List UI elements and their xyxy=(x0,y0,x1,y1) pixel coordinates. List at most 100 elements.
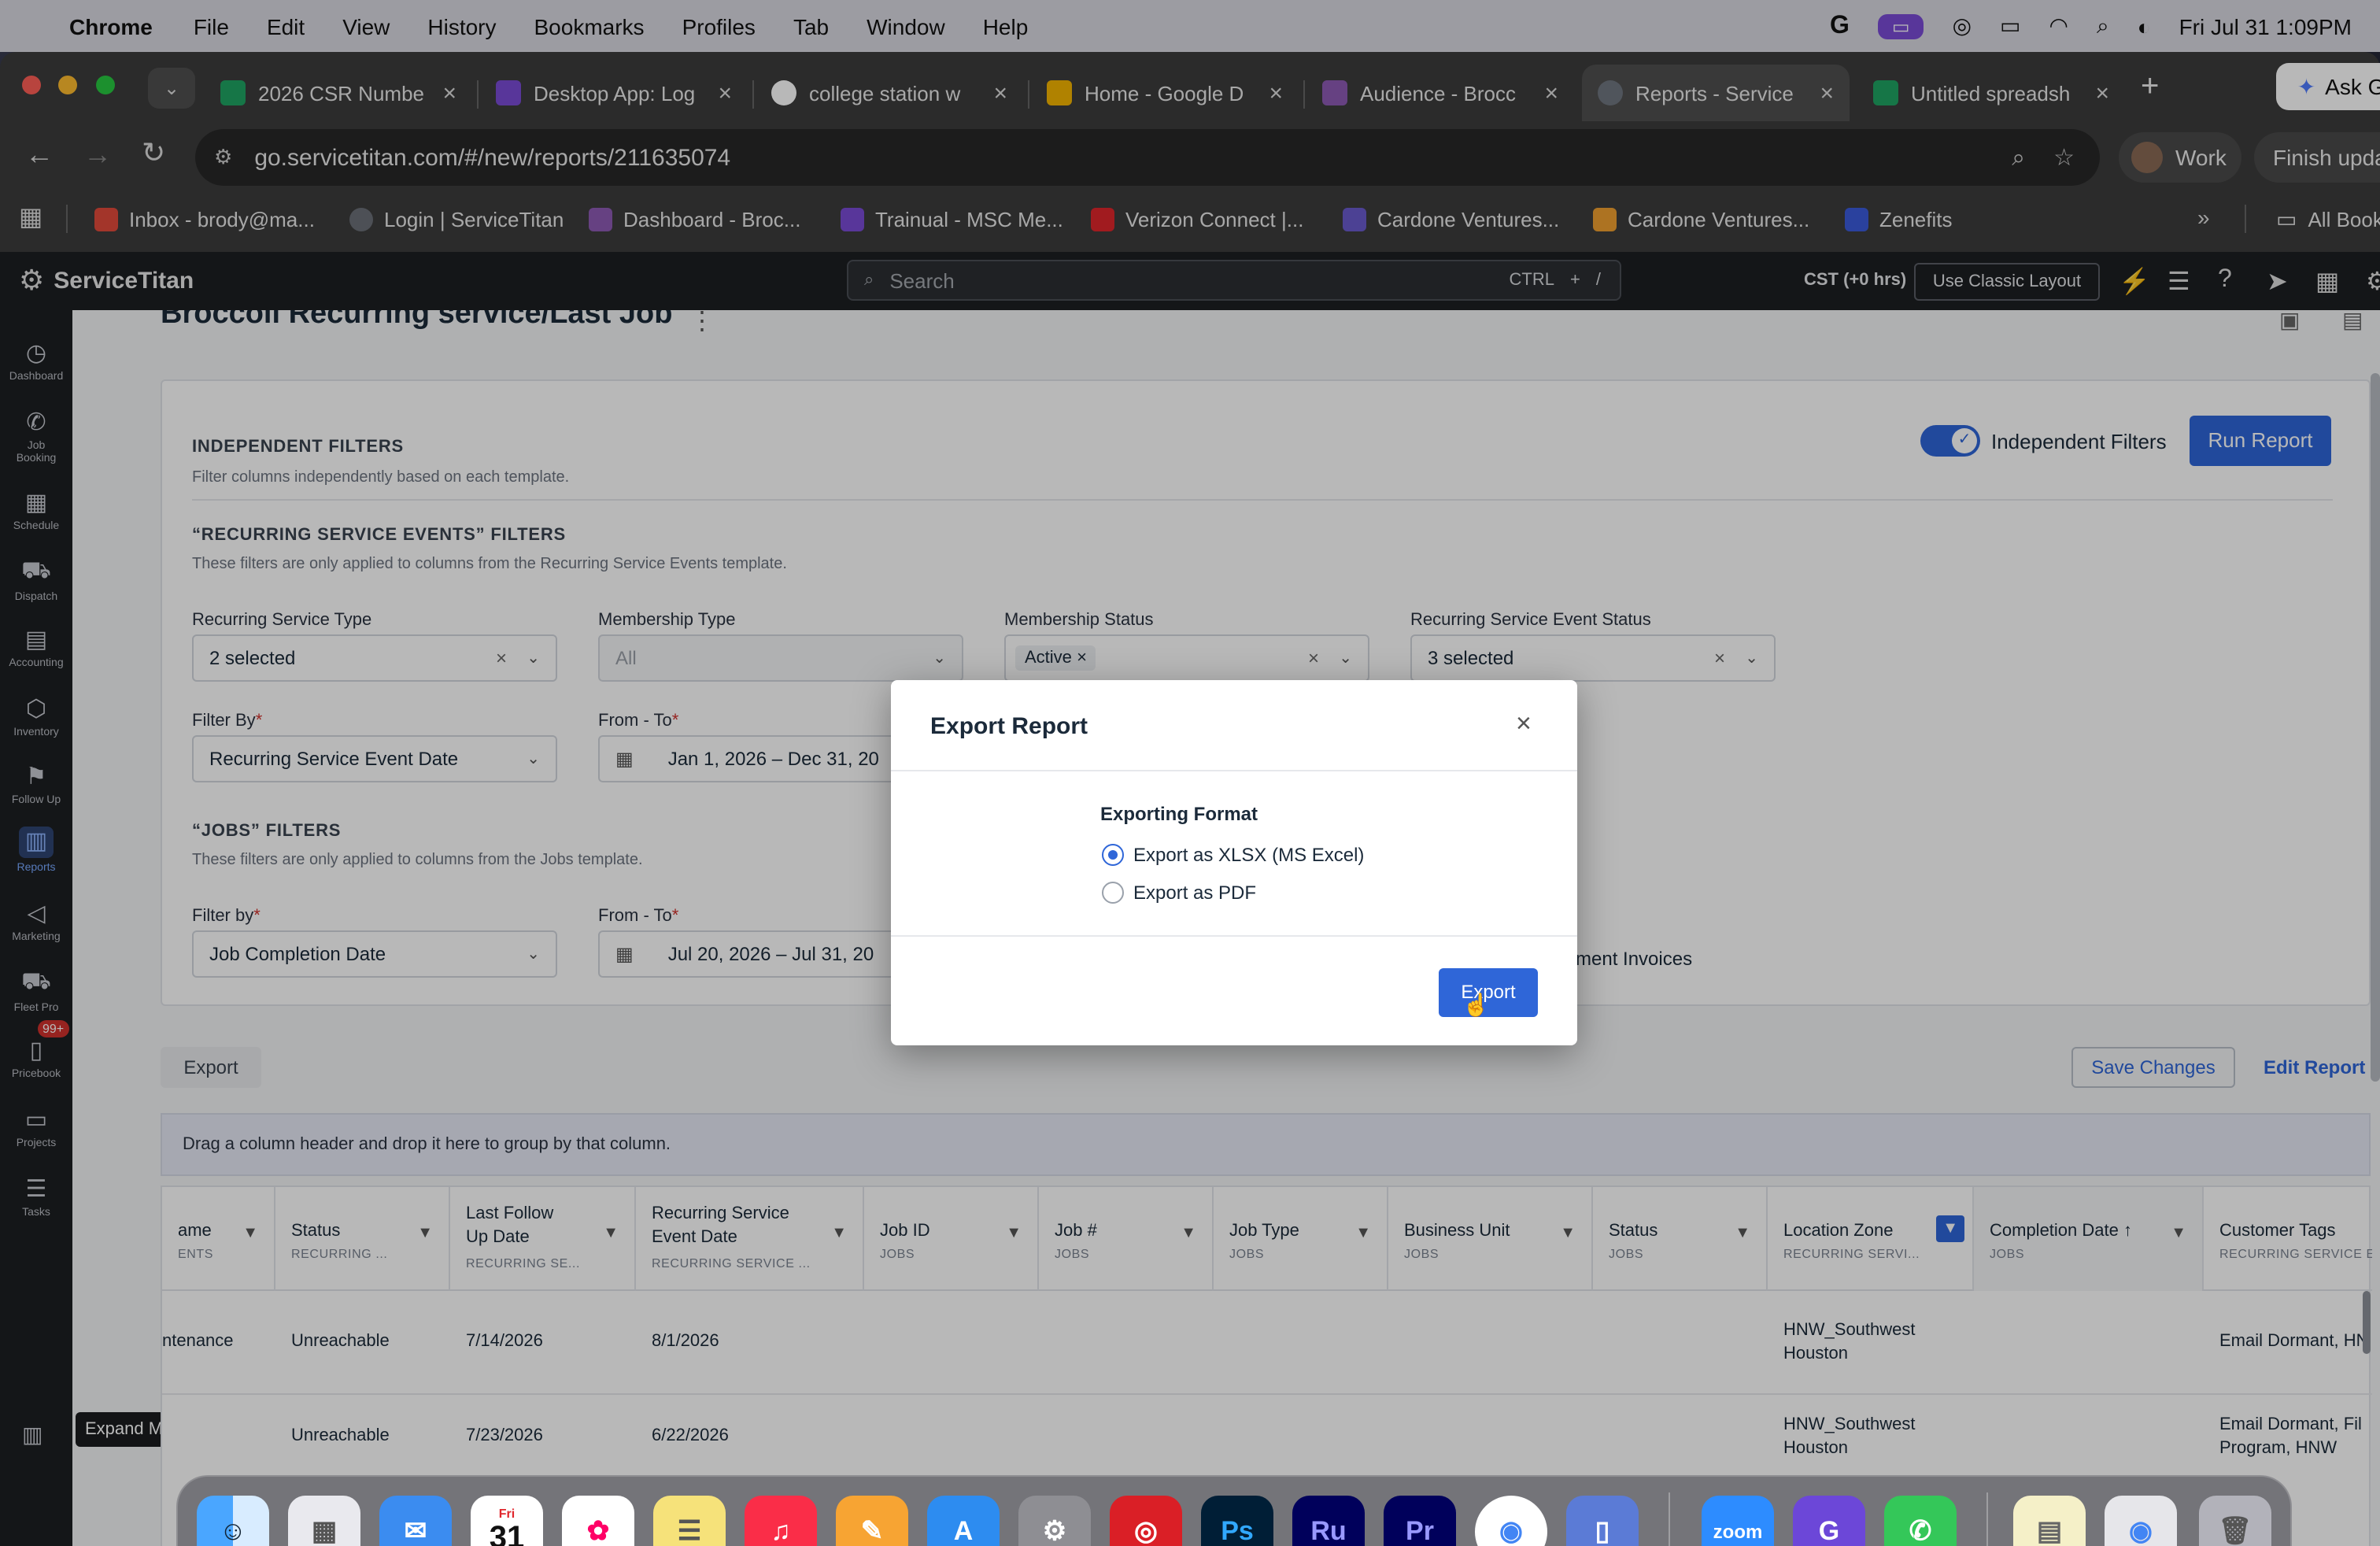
active-chip[interactable]: Active × xyxy=(1015,645,1096,671)
clear-icon[interactable]: × xyxy=(1714,647,1725,669)
column-header-job-id[interactable]: Job ID JOBS ▼ xyxy=(864,1187,1039,1291)
tab-college-station[interactable]: college station w × xyxy=(756,65,1023,121)
creative-cloud-icon[interactable]: ◎ xyxy=(1953,13,1972,39)
lock-icon[interactable]: ▣ xyxy=(2279,310,2300,334)
nav-schedule[interactable]: ▦ Schedule xyxy=(0,488,72,532)
nav-reports[interactable]: ▥ Reports xyxy=(0,827,72,874)
bookmark-trainual[interactable]: Trainual - MSC Me... xyxy=(841,195,1063,242)
apps-grid-icon[interactable]: ▦ xyxy=(19,202,42,233)
photoshop-icon[interactable]: Ps xyxy=(1201,1496,1273,1546)
send-icon[interactable]: ➤ xyxy=(2267,266,2288,298)
column-filter-icon[interactable]: ▼ xyxy=(1355,1225,1371,1242)
tab-csr-numbers[interactable]: 2026 CSR Numbe × xyxy=(205,65,472,121)
bookmark-login-servicetitan[interactable]: Login | ServiceTitan xyxy=(349,195,564,242)
menu-tab[interactable]: Tab xyxy=(793,13,829,39)
nav-tasks[interactable]: ☰ Tasks xyxy=(0,1174,72,1219)
table-scrollbar[interactable] xyxy=(2363,1291,2371,1354)
column-header-job-number[interactable]: Job # JOBS ▼ xyxy=(1039,1187,1214,1291)
reload-icon[interactable]: ↻ xyxy=(142,137,165,170)
column-filter-icon[interactable]: ▼ xyxy=(1181,1225,1196,1242)
nav-follow-up[interactable]: ⚑ Follow Up xyxy=(0,762,72,806)
column-filter-icon[interactable]: ▼ xyxy=(2171,1225,2186,1242)
simulator-icon[interactable]: ▯ xyxy=(1566,1496,1639,1546)
nav-job-booking[interactable]: ✆ Job Booking xyxy=(0,408,72,466)
bookmark-cardone-ventures-2[interactable]: Cardone Ventures... xyxy=(1593,195,1809,242)
servicetitan-logo[interactable]: ServiceTitan xyxy=(54,268,194,294)
column-filter-icon[interactable]: ▼ xyxy=(831,1225,847,1242)
screen-share-icon[interactable]: ▭ xyxy=(1877,13,1924,39)
mail-icon[interactable]: ✉ xyxy=(379,1496,452,1546)
tab-untitled-spreadsheet[interactable]: Untitled spreadsh × xyxy=(1857,65,2125,121)
tab-reports-servicetitan[interactable]: Reports - Service × xyxy=(1582,65,1850,121)
column-header-business-unit[interactable]: Business Unit JOBS ▼ xyxy=(1388,1187,1593,1291)
tab-close-icon[interactable]: × xyxy=(718,80,732,106)
notes-icon[interactable]: ▤ xyxy=(2342,310,2363,334)
rse-status-select[interactable]: 3 selected × ⌄ xyxy=(1410,634,1776,682)
bookmarks-overflow-icon[interactable]: » xyxy=(2197,205,2210,230)
app-store-icon[interactable]: A xyxy=(927,1496,1000,1546)
clear-icon[interactable]: × xyxy=(496,647,507,669)
column-header-job-type[interactable]: Job Type JOBS ▼ xyxy=(1214,1187,1388,1291)
settings-gear-icon[interactable]: ⚙ xyxy=(2366,266,2380,298)
all-bookmarks-button[interactable]: ▭All Bookmarks xyxy=(2276,195,2380,242)
tab-close-icon[interactable]: × xyxy=(1269,80,1283,106)
column-header-completion-date[interactable]: Completion Date ↑ JOBS ▼ xyxy=(1974,1187,2204,1291)
page-scrollbar[interactable] xyxy=(2371,373,2380,1082)
tab-close-icon[interactable]: × xyxy=(993,80,1007,106)
marketplace-icon[interactable]: ▦ xyxy=(2315,266,2339,298)
downloads-stack-icon[interactable]: ▤ xyxy=(2013,1496,2086,1546)
bookmark-star-icon[interactable]: ☆ xyxy=(2053,143,2075,172)
group-by-drop-zone[interactable]: Drag a column header and drop it here to… xyxy=(161,1113,2371,1176)
menu-help[interactable]: Help xyxy=(983,13,1029,39)
expand-menu-icon[interactable]: ▥ xyxy=(22,1422,42,1448)
finish-update-button[interactable]: Finish update⋮ xyxy=(2254,132,2380,183)
nav-projects[interactable]: ▭ Projects xyxy=(0,1105,72,1149)
recent-window-icon[interactable]: ◉ xyxy=(2105,1496,2177,1546)
search-list-icon[interactable]: ☰ xyxy=(2168,266,2190,298)
nav-inventory[interactable]: ⬡ Inventory xyxy=(0,694,72,738)
nav-pricebook[interactable]: ▯ Pricebook xyxy=(0,1036,72,1080)
tab-close-icon[interactable]: × xyxy=(1544,80,1558,106)
membership-status-select[interactable]: Active × × ⌄ xyxy=(1004,634,1369,682)
control-center-icon[interactable]: ◐ xyxy=(2138,13,2151,39)
export-pdf-radio[interactable]: Export as PDF xyxy=(1102,882,1256,904)
column-filter-icon[interactable]: ▼ xyxy=(1006,1225,1022,1242)
bookmark-dashboard-broccoli[interactable]: Dashboard - Broc... xyxy=(589,195,800,242)
column-header-customer-tags[interactable]: Customer Tags RECURRING SERVICE E... xyxy=(2204,1187,2372,1291)
export-xlsx-radio[interactable]: Export as XLSX (MS Excel) xyxy=(1102,844,1364,866)
window-minimize-button[interactable] xyxy=(58,76,77,94)
nav-marketing[interactable]: ◁ Marketing xyxy=(0,899,72,943)
column-filter-icon[interactable]: ▼ xyxy=(242,1225,258,1242)
nav-fleet-pro[interactable]: ⛟ Fleet Pro xyxy=(0,968,72,1014)
bookmark-inbox[interactable]: Inbox - brody@ma... xyxy=(94,195,315,242)
export-button[interactable]: Export xyxy=(161,1047,261,1088)
no-signal-icon[interactable]: ⚡ xyxy=(2119,266,2150,298)
column-filter-active-icon[interactable]: ▼ xyxy=(1936,1215,1964,1242)
trash-icon[interactable]: 🗑 xyxy=(2199,1496,2271,1546)
column-filter-icon[interactable]: ▼ xyxy=(603,1225,619,1242)
finder-icon[interactable]: ☺ xyxy=(197,1496,269,1546)
save-changes-button[interactable]: Save Changes xyxy=(2071,1047,2235,1088)
bookmark-zenefits[interactable]: Zenefits xyxy=(1845,195,1953,242)
jobs-filter-by-select[interactable]: Job Completion Date ⌄ xyxy=(192,930,557,978)
grammarly-icon[interactable]: G xyxy=(1793,1496,1865,1546)
zoom-icon[interactable]: ⌕ xyxy=(2012,144,2025,171)
table-row[interactable]: ntenance Unreachable 7/14/2026 8/1/2026 … xyxy=(162,1291,2372,1395)
column-header-name[interactable]: ame ENTS ▼ xyxy=(162,1187,275,1291)
column-header-location-zone[interactable]: Location Zone RECURRING SERVI... ▼ xyxy=(1768,1187,1974,1291)
site-info-icon[interactable]: ⚙ xyxy=(214,145,232,170)
menu-view[interactable]: View xyxy=(342,13,390,39)
column-header-last-follow-up-date[interactable]: Last Follow Up Date RECURRING SE... ▼ xyxy=(450,1187,636,1291)
column-header-rse-date[interactable]: Recurring Service Event Date RECURRING SE… xyxy=(636,1187,864,1291)
column-header-status[interactable]: Status RECURRING ... ▼ xyxy=(275,1187,450,1291)
premiere-rush-icon[interactable]: Ru xyxy=(1292,1496,1365,1546)
recurring-service-type-select[interactable]: 2 selected × ⌄ xyxy=(192,634,557,682)
chrome-icon[interactable]: ◉ xyxy=(1475,1496,1547,1546)
tab-close-icon[interactable]: × xyxy=(2095,80,2109,106)
column-filter-icon[interactable]: ▼ xyxy=(1735,1225,1750,1242)
tab-audience-broccoli[interactable]: Audience - Brocc × xyxy=(1306,65,1574,121)
menu-app-name[interactable]: Chrome xyxy=(69,13,153,39)
use-classic-layout-button[interactable]: Use Classic Layout xyxy=(1914,263,2100,301)
report-more-icon[interactable]: ⋮ xyxy=(689,310,715,337)
menu-history[interactable]: History xyxy=(427,13,496,39)
